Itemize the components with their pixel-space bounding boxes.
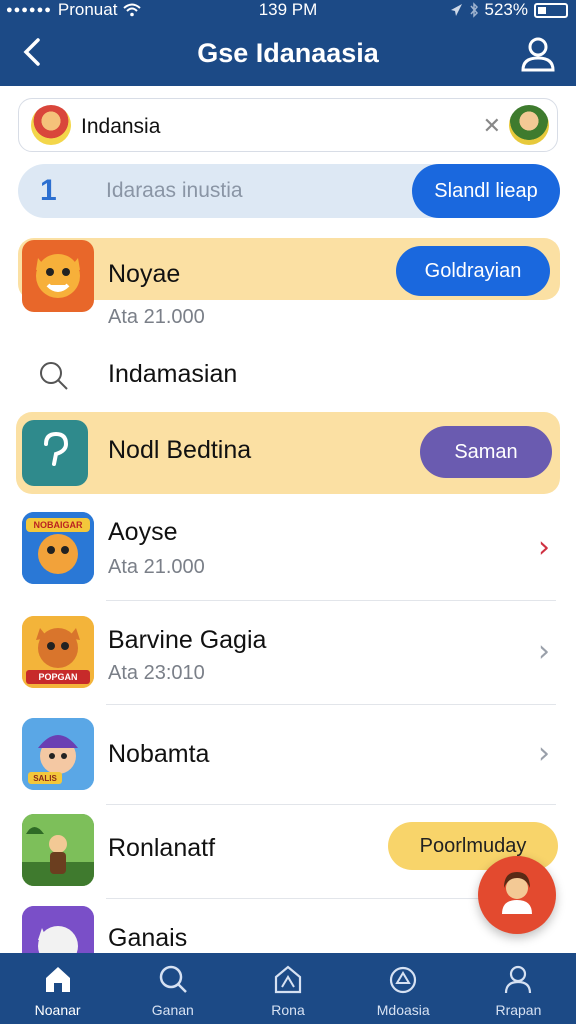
filter-bar: 1 Idaraas inustia Slandl lieap bbox=[18, 164, 560, 218]
app-icon: SALIS bbox=[22, 718, 94, 790]
nav-item-home[interactable]: Noanar bbox=[0, 953, 115, 1024]
home-icon bbox=[45, 967, 70, 992]
map-icon bbox=[274, 965, 302, 994]
avatar-left bbox=[31, 105, 71, 145]
status-bar: ●●●●●● Pronuat 139 PM 523% bbox=[0, 0, 576, 20]
app-header: ●●●●●● Pronuat 139 PM 523% Gse Idanaasia bbox=[0, 0, 576, 86]
search-bar[interactable]: Indansia ✕ bbox=[18, 98, 558, 152]
list-item[interactable]: POPGAN Barvine Gagia Ata 23:010 › bbox=[0, 612, 576, 706]
chevron-right-icon[interactable]: › bbox=[538, 634, 550, 669]
list-item[interactable]: Nodl Bedtina Saman bbox=[0, 412, 576, 494]
person-icon bbox=[502, 872, 532, 914]
clear-icon[interactable]: ✕ bbox=[483, 113, 501, 139]
battery-percent: 523% bbox=[484, 0, 528, 19]
bottom-nav: Noanar Ganan Rona Mdoasia Rrapan bbox=[0, 953, 576, 1024]
bluetooth-icon bbox=[469, 2, 478, 18]
page-title: Gse Idanaasia bbox=[197, 38, 379, 68]
app-icon: POPGAN bbox=[22, 616, 94, 688]
profile-icon[interactable] bbox=[518, 34, 558, 74]
app-name: Ronlanatf bbox=[108, 834, 216, 862]
chevron-right-icon[interactable]: › bbox=[538, 736, 550, 771]
list-item[interactable]: Indamasian bbox=[0, 346, 576, 404]
discover-icon bbox=[390, 966, 417, 994]
filter-button[interactable]: Slandl lieap bbox=[412, 164, 560, 218]
item-label: Nodl Bedtina bbox=[108, 436, 252, 464]
app-subtitle: Ata 21.000 bbox=[108, 306, 205, 328]
location-icon bbox=[450, 4, 462, 16]
app-icon bbox=[22, 240, 94, 312]
app-icon bbox=[22, 814, 94, 886]
list-item[interactable]: SALIS Nobamta › bbox=[0, 716, 576, 806]
item-label: Indamasian bbox=[108, 360, 238, 388]
nav-item-discover[interactable]: Mdoasia bbox=[346, 953, 461, 1024]
app-icon: NOBAIGAR bbox=[22, 512, 94, 584]
icon-text: NOBAIGAR bbox=[33, 520, 83, 530]
search-icon bbox=[40, 362, 68, 390]
icon-text: POPGAN bbox=[38, 672, 78, 682]
question-icon bbox=[22, 420, 88, 486]
chevron-right-icon[interactable]: › bbox=[538, 530, 550, 565]
avatar-right[interactable] bbox=[509, 105, 549, 145]
app-subtitle: Ata 21.000 bbox=[108, 556, 205, 578]
nav-item-profile[interactable]: Rrapan bbox=[461, 953, 576, 1024]
search-input[interactable]: Indansia bbox=[81, 115, 160, 139]
list-item[interactable]: Noyae Ata 21.000 Goldrayian bbox=[0, 236, 576, 336]
filter-number: 1 bbox=[40, 174, 57, 207]
app-name: Aoyse bbox=[108, 518, 178, 546]
nav-item-search[interactable]: Ganan bbox=[115, 953, 230, 1024]
avatar-fab-button[interactable] bbox=[478, 856, 556, 934]
app-subtitle: Ata 23:010 bbox=[108, 662, 205, 684]
app-name: Barvine Gagia bbox=[108, 626, 267, 654]
app-name: Ganais bbox=[108, 924, 188, 952]
battery-icon bbox=[534, 2, 568, 18]
goldrayian-button[interactable]: Goldrayian bbox=[396, 246, 550, 296]
icon-text: SALIS bbox=[33, 774, 57, 783]
saman-button[interactable]: Saman bbox=[420, 426, 552, 478]
profile-icon bbox=[505, 965, 532, 994]
filter-input[interactable]: Idaraas inustia bbox=[106, 179, 243, 203]
app-name: Nobamta bbox=[108, 740, 210, 768]
list-item[interactable]: NOBAIGAR Aoyse Ata 21.000 › bbox=[0, 508, 576, 601]
app-icon bbox=[22, 906, 94, 953]
app-name: Noyae bbox=[108, 260, 181, 288]
search-icon bbox=[159, 965, 187, 993]
nav-item-map[interactable]: Rona bbox=[230, 953, 345, 1024]
